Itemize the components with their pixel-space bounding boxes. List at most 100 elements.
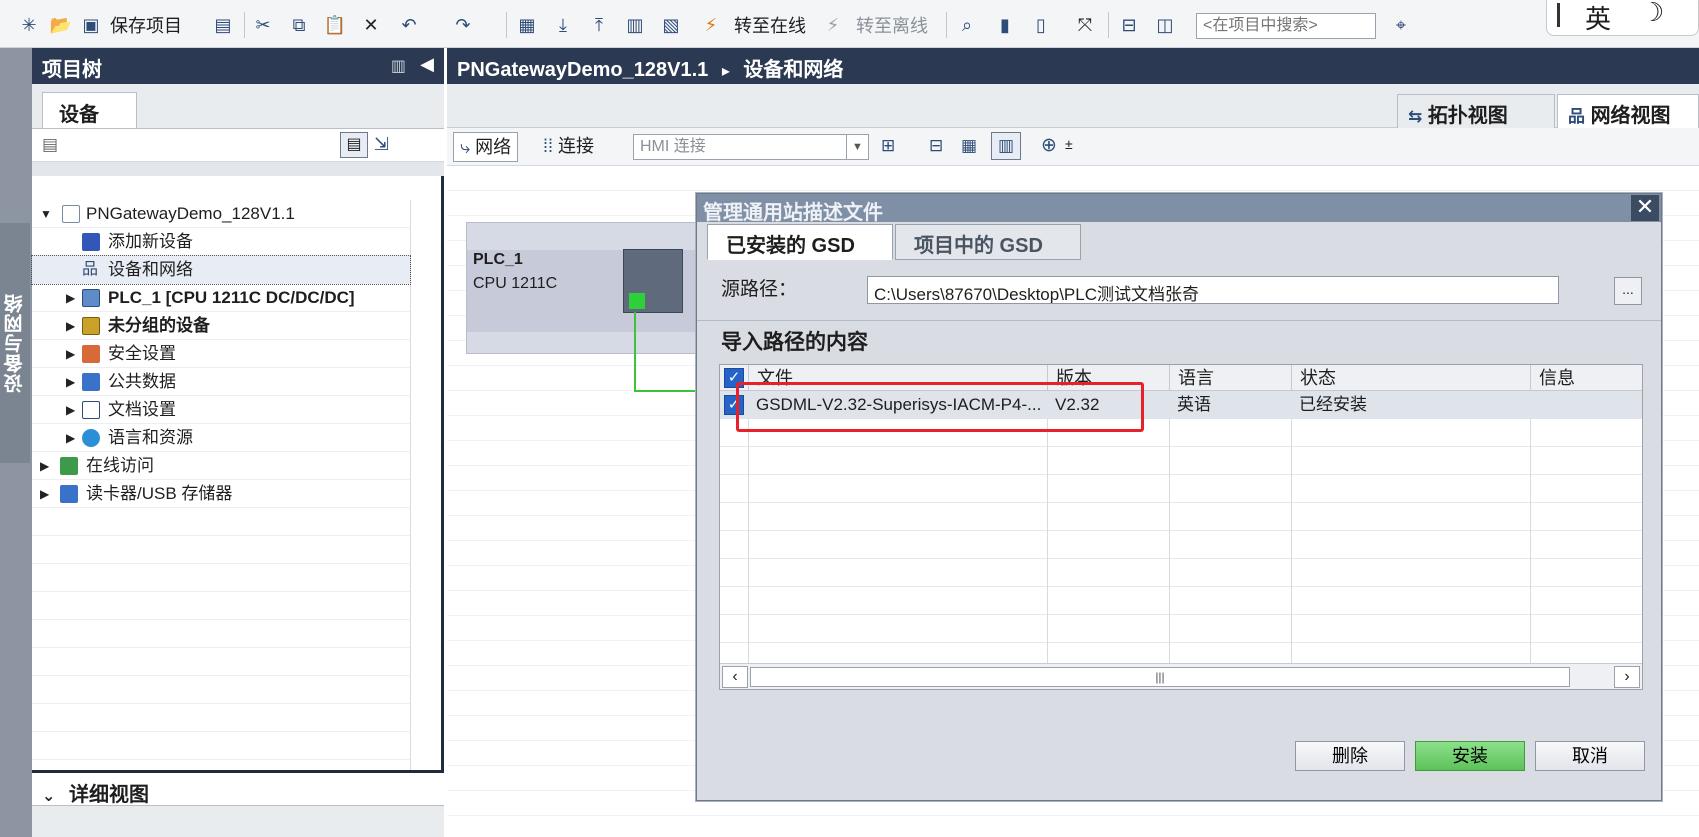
network-mode-button[interactable]: ⤷ 网络 [453,132,519,162]
show-address-icon[interactable]: ⊟ [929,136,943,156]
zoom-dropdown-icon[interactable]: ± [1065,136,1073,152]
tab-network-view[interactable]: 品 网络视图 [1557,94,1699,128]
plc-icon [82,289,100,307]
detail-view-header[interactable]: ⌄ 详细视图 [32,770,444,806]
new-project-icon[interactable]: ✳ [18,14,40,36]
tab-installed-gsd[interactable]: 已安装的 GSD [707,224,893,260]
delete-button[interactable]: 删除 [1295,741,1405,771]
source-path-input[interactable]: C:\Users\87670\Desktop\PLC测试文档张奇 [867,276,1559,304]
project-tree-header: 项目树 ▥ ◀ [32,48,444,84]
tree-export-icon[interactable]: ⇲ [374,134,389,155]
tab-devices[interactable]: 设备 [42,92,137,128]
breadcrumb-project[interactable]: PNGatewayDemo_128V1.1 [457,59,708,81]
split-vertical-icon[interactable]: ◫ [1154,14,1176,36]
tab-project-gsd[interactable]: 项目中的 GSD [895,224,1081,260]
tree-settings-icon[interactable]: ▤ [42,135,58,155]
connections-mode-button[interactable]: ⁞⁞ 连接 [539,132,598,162]
delete-icon[interactable]: ✕ [360,14,382,36]
tree-item-project[interactable]: ▼ PNGatewayDemo_128V1.1 [32,200,410,228]
install-button[interactable]: 安装 [1415,741,1525,771]
dropdown-arrow-icon[interactable]: ▼ [846,135,868,159]
print-icon[interactable]: ▤ [212,14,234,36]
go-offline-button[interactable]: 转至离线 [856,15,928,37]
network-line [634,312,636,392]
copy-icon[interactable]: ⧉ [288,14,310,36]
split-horizontal-icon[interactable]: ⊟ [1118,14,1140,36]
upload-icon[interactable]: ⤒ [588,14,610,36]
expand-right-icon[interactable]: ▶ [66,424,75,452]
scroll-right-icon[interactable]: › [1614,666,1640,688]
view-tabstrip: ⇆ 拓扑视图 品 网络视图 [447,84,1699,128]
tree-item-doc-settings[interactable]: ▶ 文档设置 [32,396,410,424]
redo-icon[interactable]: ↷ [452,14,474,36]
expand-right-icon[interactable]: ▶ [66,368,75,396]
expand-right-icon[interactable]: ▶ [66,312,75,340]
project-tree-panel: 项目树 ▥ ◀ 设备 ▤ ▤ ⇲ ▼ PNGatewayDemo_128V1.1… [31,48,444,837]
tree-item-devices-networks[interactable]: 品 设备和网络 [31,255,411,285]
chevron-down-icon[interactable]: ⌄ [42,788,55,805]
cancel-button[interactable]: 取消 [1535,741,1645,771]
horizontal-scrollbar[interactable]: ‹ ||| › [720,663,1642,689]
tree-item-common-data[interactable]: ▶ 公共数据 [32,368,410,396]
undo-icon[interactable]: ↶ [398,14,420,36]
save-icon[interactable]: ▣ [80,14,102,36]
go-offline-icon[interactable]: ⚡ [822,14,844,36]
document-settings-icon [82,401,100,419]
network-toolbar: ⤷ 网络 ⁞⁞ 连接 HMI 连接 ▼ ⊞ ⊟ ▦ ▥ ⊕ ± [447,128,1699,166]
tree-item-add-device[interactable]: 添加新设备 [32,228,410,256]
save-project-button[interactable]: 保存项目 [110,15,182,37]
column-status[interactable]: 状态 [1291,365,1530,391]
overview-icon[interactable]: ▥ [991,132,1021,160]
devices-networks-side-tab[interactable]: 设备与网络 [0,223,30,463]
start-simulation-icon[interactable]: ▧ [660,14,682,36]
go-online-button[interactable]: 转至在线 [734,15,806,37]
row-info [1530,391,1642,419]
accessible-devices-icon[interactable]: ⌕ [956,14,978,36]
go-online-icon[interactable]: ⚡ [700,14,722,36]
collapse-left-icon[interactable]: ◀ [420,54,434,75]
column-info[interactable]: 信息 [1530,365,1642,391]
scroll-thumb[interactable]: ||| [750,667,1570,687]
connection-type-select[interactable]: HMI 连接 ▼ [633,134,869,160]
plc-device-block[interactable]: PLC_1 CPU 1211C [466,222,697,354]
column-language[interactable]: 语言 [1169,365,1291,391]
tree-item-plc[interactable]: ▶ PLC_1 [CPU 1211C DC/DC/DC] [32,284,410,312]
cut-icon[interactable]: ✂ [252,14,274,36]
table-icon[interactable]: ▦ [961,136,977,156]
panel-pin-icon[interactable]: ▥ [391,56,406,76]
plc-name: PLC_1 [473,251,523,268]
open-project-icon[interactable]: 📂 [50,14,72,36]
expand-down-icon[interactable]: ▼ [40,200,52,228]
row-status: 已经安装 [1299,395,1367,414]
expand-right-icon[interactable]: ▶ [40,480,49,508]
tree-item-languages[interactable]: ▶ 语言和资源 [32,424,410,452]
tree-item-online-access[interactable]: ▶ 在线访问 [32,452,410,480]
simulation-icon[interactable]: ▥ [624,14,646,36]
cross-reference-icon[interactable]: ⤧ [1074,14,1096,36]
tree-item-card-reader[interactable]: ▶ 读卡器/USB 存储器 [32,480,410,508]
show-names-icon[interactable]: ⊞ [881,136,895,156]
ime-indicator[interactable]: 英 ☽ [1546,0,1699,36]
close-icon[interactable]: ✕ [1631,195,1659,221]
start-cpu-icon[interactable]: ▮ [994,14,1016,36]
tree-item-ungrouped[interactable]: ▶ 未分组的设备 [32,312,410,340]
profinet-port-icon[interactable] [629,293,645,309]
paste-icon[interactable]: 📋 [324,14,346,36]
dialog-title-bar[interactable]: 管理通用站描述文件 ✕ [697,194,1661,224]
compile-icon[interactable]: ▦ [516,14,538,36]
expand-right-icon[interactable]: ▶ [66,340,75,368]
browse-button[interactable]: ... [1614,277,1642,305]
binoculars-icon[interactable]: ⌖ [1390,14,1412,36]
expand-right-icon[interactable]: ▶ [40,452,49,480]
download-icon[interactable]: ⤓ [552,14,574,36]
zoom-in-icon[interactable]: ⊕ [1041,134,1057,157]
tree-view-icon[interactable]: ▤ [340,132,368,158]
project-search-input[interactable] [1196,13,1376,39]
tree-item-security[interactable]: ▶ 安全设置 [32,340,410,368]
expand-right-icon[interactable]: ▶ [66,284,75,312]
tab-topology-view[interactable]: ⇆ 拓扑视图 [1397,94,1555,128]
scroll-left-icon[interactable]: ‹ [722,666,748,688]
stop-cpu-icon[interactable]: ▯ [1030,14,1052,36]
expand-right-icon[interactable]: ▶ [66,396,75,424]
network-line [634,390,696,392]
